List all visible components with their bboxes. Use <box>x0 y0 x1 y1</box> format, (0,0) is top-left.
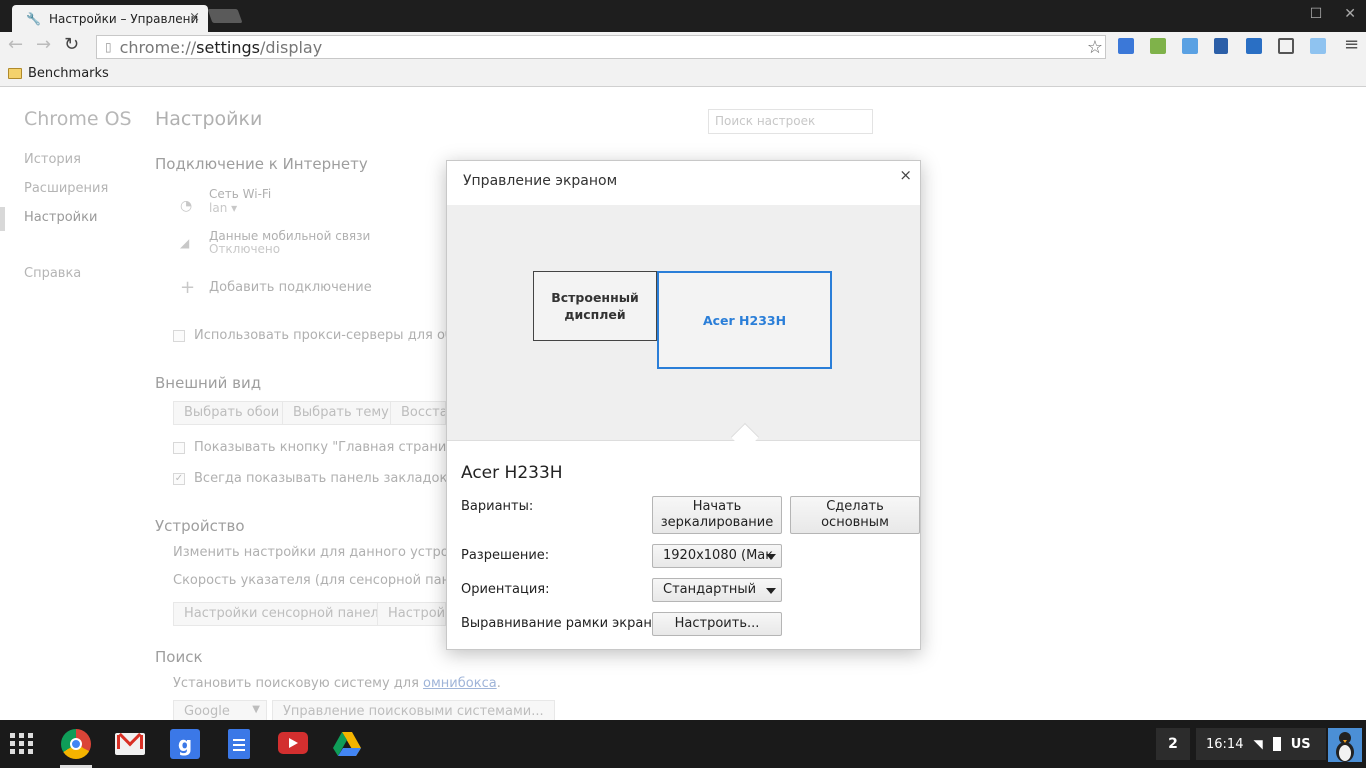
reload-icon[interactable]: ↻ <box>64 34 79 55</box>
chrome-icon[interactable] <box>61 729 91 759</box>
pointer-speed-label: Скорость указателя (для сенсорной панели… <box>173 573 485 588</box>
choose-theme-button[interactable]: Выбрать тему <box>282 401 400 425</box>
device-other-button[interactable]: Настройк <box>377 602 446 626</box>
keyboard-layout: US <box>1290 736 1311 752</box>
drive-icon[interactable] <box>332 729 362 759</box>
wifi-icon: ◔ <box>180 198 193 214</box>
new-tab-button[interactable] <box>207 9 243 23</box>
close-window-icon[interactable]: ✕ <box>1344 6 1356 22</box>
maximize-icon[interactable]: ☐ <box>1310 6 1323 22</box>
wifi-status-icon: ◥ <box>1253 737 1263 751</box>
translate-icon[interactable] <box>1118 38 1134 54</box>
mobile-data-status: Отключено <box>209 242 281 256</box>
screenshot-extension-icon[interactable] <box>1246 38 1262 54</box>
display-dialog: Управление экраном × Встроенный дисплей … <box>446 160 921 650</box>
wifi-label[interactable]: Сеть Wi-Fi <box>209 187 271 201</box>
download-extension-icon[interactable] <box>1214 38 1228 54</box>
touchpad-settings-button[interactable]: Настройки сенсорной панели <box>173 602 399 626</box>
make-primary-button[interactable]: Сделать основным <box>790 496 920 534</box>
home-button-label: Показывать кнопку "Главная страница" <box>194 440 470 455</box>
notification-count[interactable]: 2 <box>1156 728 1190 760</box>
nav-history[interactable]: История <box>24 152 81 167</box>
dialog-title: Управление экраном <box>463 173 618 189</box>
resolution-label: Разрешение: <box>461 548 550 563</box>
page-title: Настройки <box>155 108 263 130</box>
settings-search-input[interactable]: Поиск настроек <box>708 109 873 134</box>
app-launcher-icon[interactable] <box>10 731 34 755</box>
bookmark-benchmarks[interactable]: Benchmarks <box>28 66 109 81</box>
folder-icon <box>8 67 22 79</box>
omnibox-link[interactable]: омнибокса <box>423 676 497 691</box>
extension-icon[interactable] <box>1182 38 1198 54</box>
builtin-display[interactable]: Встроенный дисплей <box>533 271 657 341</box>
youtube-icon[interactable] <box>278 732 308 754</box>
search-heading: Поиск <box>155 648 203 666</box>
google-search-icon[interactable]: g <box>170 729 200 759</box>
clock: 16:14 <box>1206 736 1244 752</box>
orientation-select[interactable]: Стандартный <box>652 578 782 602</box>
add-icon: + <box>180 277 196 298</box>
device-settings-text: Изменить настройки для данного устройств… <box>173 545 488 560</box>
appearance-heading: Внешний вид <box>155 374 262 392</box>
window-controls: ☐ ✕ <box>1310 6 1356 22</box>
home-button-checkbox[interactable] <box>173 442 185 454</box>
wallpaper-extension-icon[interactable] <box>1310 38 1326 54</box>
selected-display-name: Acer H233H <box>461 463 563 483</box>
overscan-label: Выравнивание рамки экрана: <box>461 616 665 631</box>
internet-heading: Подключение к Интернету <box>155 155 368 173</box>
gmail-icon[interactable] <box>115 723 145 755</box>
nav-settings[interactable]: Настройки <box>24 210 97 225</box>
orientation-label: Ориентация: <box>461 582 550 597</box>
nav-help[interactable]: Справка <box>24 266 81 281</box>
options-label: Варианты: <box>461 499 534 514</box>
choose-wallpaper-button[interactable]: Выбрать обои <box>173 401 291 425</box>
cast-icon[interactable] <box>1278 38 1294 54</box>
url-text: chrome://settings/display <box>119 37 323 57</box>
mobile-data-label[interactable]: Данные мобильной связи <box>209 229 370 243</box>
add-connection-link[interactable]: Добавить подключение <box>209 280 372 295</box>
bookmark-star-icon[interactable]: ☆ <box>1087 37 1103 58</box>
mirror-button[interactable]: Начать зеркалирование <box>652 496 782 534</box>
docs-icon[interactable] <box>228 729 250 759</box>
external-display[interactable]: Acer H233H <box>657 271 832 369</box>
bookmarks-bar-checkbox[interactable]: ✓ <box>173 473 185 485</box>
battery-icon <box>1272 737 1281 751</box>
menu-icon[interactable]: ≡ <box>1344 34 1359 55</box>
restore-theme-button[interactable]: Восстан <box>390 401 446 425</box>
omnibox[interactable]: ▯ chrome://settings/display ☆ <box>96 35 1106 59</box>
tab-title: Настройки – Управление <box>48 11 199 26</box>
chevron-down-icon <box>766 554 776 560</box>
tab-settings[interactable]: 🔧 Настройки – Управление × <box>12 5 208 32</box>
nav-active-indicator <box>0 207 5 231</box>
brand-title: Chrome OS <box>24 108 132 130</box>
page-icon: ▯ <box>105 40 112 54</box>
status-tray[interactable]: 16:14 ◥ US <box>1196 728 1326 760</box>
toolbar: ← → ↻ ▯ chrome://settings/display ☆ ≡ <box>0 32 1366 60</box>
chevron-down-icon <box>766 588 776 594</box>
back-icon[interactable]: ← <box>8 34 23 55</box>
device-heading: Устройство <box>155 517 245 535</box>
avatar[interactable] <box>1328 728 1362 762</box>
close-icon[interactable]: × <box>899 166 912 184</box>
bookmarks-bar: Benchmarks <box>0 60 1366 87</box>
nav-extensions[interactable]: Расширения <box>24 181 108 196</box>
maps-extension-icon[interactable] <box>1150 38 1166 54</box>
wifi-network[interactable]: lan ▾ <box>209 201 237 215</box>
search-engine-text: Установить поисковую систему для омнибок… <box>173 676 501 691</box>
resolution-select[interactable]: 1920x1080 (Мак <box>652 544 782 568</box>
proxy-checkbox[interactable] <box>173 330 185 342</box>
bookmarks-bar-label: Всегда показывать панель закладок <box>194 471 448 486</box>
close-tab-icon[interactable]: × <box>189 10 200 25</box>
wrench-icon: 🔧 <box>26 11 41 26</box>
display-layout-area: Встроенный дисплей Acer H233H <box>447 205 920 441</box>
overscan-button[interactable]: Настроить... <box>652 612 782 636</box>
forward-icon[interactable]: → <box>36 34 51 55</box>
tab-strip: 🔧 Настройки – Управление × ☐ ✕ <box>0 0 1366 32</box>
mobile-signal-icon: ◢ <box>180 236 190 250</box>
shelf: g 2 16:14 ◥ US <box>0 720 1366 768</box>
